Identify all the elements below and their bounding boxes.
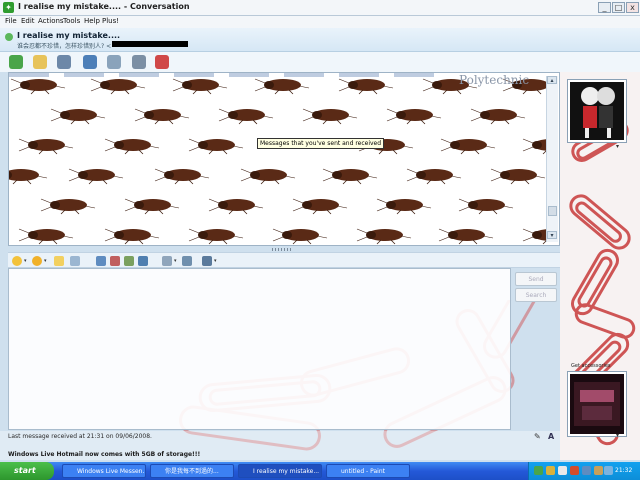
status-icon	[5, 33, 13, 41]
task-conversation[interactable]: I realise my mistake...	[238, 464, 322, 478]
pane-splitter[interactable]	[272, 248, 292, 251]
tray-icon-1[interactable]	[546, 466, 555, 475]
draw-icon[interactable]	[162, 256, 172, 266]
wink-icon[interactable]	[32, 256, 42, 266]
messenger-icon: ✦	[3, 2, 14, 13]
display-picture-menu-arrow[interactable]: ▾	[616, 143, 619, 150]
task-windows-live-messenger[interactable]: Windows Live Messen...	[62, 464, 146, 478]
my-picture-menu-arrow[interactable]: ▾	[616, 432, 619, 439]
clock[interactable]: 21:32	[615, 467, 632, 474]
menu-bar: File Edit Actions Tools Help Plus!	[0, 16, 640, 28]
contact-personal-message: 谁会忍都不珍惜，怎样珍惜别人? <	[17, 43, 112, 50]
menu-plus[interactable]: Plus!	[102, 17, 119, 25]
task-chinese-window[interactable]: 你是我每不到過的...	[150, 464, 234, 478]
menu-edit[interactable]: Edit	[21, 17, 35, 25]
title-bar: ✦ I realise my mistake.... - Conversatio…	[0, 0, 640, 16]
close-button[interactable]: x	[626, 2, 639, 13]
menu-actions[interactable]: Actions	[38, 17, 64, 25]
history-tooltip: Messages that you've sent and received	[257, 138, 385, 149]
background-image-text: Polytechnic	[459, 73, 530, 87]
menu-tools[interactable]: Tools	[63, 17, 80, 25]
font-icon[interactable]	[138, 256, 148, 266]
contact-display-picture[interactable]	[567, 79, 627, 143]
menu-help[interactable]: Help	[84, 17, 100, 25]
last-message-status: Last message received at 21:31 on 09/06/…	[8, 433, 152, 440]
menu-file[interactable]: File	[5, 17, 17, 25]
task-paint[interactable]: untitled - Paint	[326, 464, 410, 478]
conversation-history[interactable]: Polytechnic	[8, 72, 560, 246]
emoticon-icon[interactable]	[12, 256, 22, 266]
share-icon[interactable]	[202, 256, 212, 266]
contact-name[interactable]: I realise my mistake....	[17, 31, 120, 40]
search-button[interactable]: Search	[515, 288, 557, 302]
hotmail-ad-link[interactable]: Windows Live Hotmail now comes with 5GB …	[8, 451, 200, 458]
message-input[interactable]	[8, 268, 511, 430]
action-toolbar	[0, 52, 640, 72]
history-scrollbar[interactable]: ▴ ▾	[546, 76, 558, 242]
emoticon-dropdown[interactable]: ▾	[24, 258, 27, 264]
games-icon[interactable]	[132, 55, 146, 69]
activities-icon[interactable]	[107, 55, 121, 69]
format-toolbar: ▾ ▾ ▾ ▾	[8, 252, 560, 268]
call-icon[interactable]	[83, 55, 97, 69]
wink-dropdown[interactable]: ▾	[44, 258, 47, 264]
background-image-strip	[9, 73, 439, 77]
maximize-button[interactable]: □	[612, 2, 625, 13]
get-accessories-link[interactable]: Get accessories	[571, 363, 611, 369]
tray-icon-2[interactable]	[558, 466, 567, 475]
contact-header: I realise my mistake.... 谁会忍都不珍惜，怎样珍惜别人?…	[0, 28, 640, 52]
send-button[interactable]: Send	[515, 272, 557, 286]
pen-icon[interactable]	[182, 256, 192, 266]
scroll-thumb[interactable]	[548, 206, 557, 216]
scroll-down-button[interactable]: ▾	[547, 231, 557, 239]
send-files-icon[interactable]	[33, 55, 47, 69]
window-title: I realise my mistake.... - Conversation	[18, 2, 190, 11]
handwriting-toggle-icon[interactable]: ✎	[534, 432, 544, 442]
ink-icon[interactable]	[124, 256, 134, 266]
minimize-button[interactable]: _	[598, 2, 611, 13]
tray-icon-4[interactable]	[582, 466, 591, 475]
tray-icon-5[interactable]	[594, 466, 603, 475]
messenger-tray-icon[interactable]	[534, 466, 543, 475]
background-icon[interactable]	[96, 256, 106, 266]
text-toggle-icon[interactable]: A	[548, 432, 558, 442]
volume-icon[interactable]	[604, 466, 613, 475]
nudge-icon[interactable]	[54, 256, 64, 266]
share-dropdown[interactable]: ▾	[214, 258, 217, 264]
block-icon[interactable]	[155, 55, 169, 69]
video-call-icon[interactable]	[57, 55, 71, 69]
my-display-picture[interactable]	[567, 371, 627, 437]
invite-icon[interactable]	[9, 55, 23, 69]
display-picture-image	[581, 87, 615, 138]
start-button[interactable]: start	[0, 462, 54, 480]
voice-clip-icon[interactable]	[70, 256, 80, 266]
tray-icon-3[interactable]	[570, 466, 579, 475]
my-picture-image	[574, 382, 620, 426]
draw-dropdown[interactable]: ▾	[174, 258, 177, 264]
cockroach-background	[9, 78, 559, 245]
scroll-up-button[interactable]: ▴	[547, 76, 557, 84]
redacted-email	[112, 41, 188, 47]
handwriting-icon[interactable]	[110, 256, 120, 266]
